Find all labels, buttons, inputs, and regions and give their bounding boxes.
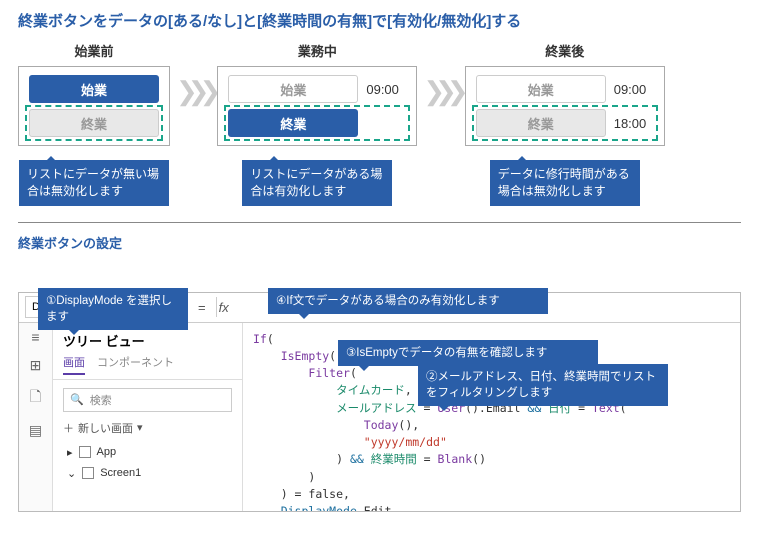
tree-item-label: Screen1 [100,467,141,479]
state-during-label: 業務中 [298,41,337,60]
end-time: 18:00 [614,116,654,131]
tab-screens[interactable]: 画面 [63,354,85,375]
new-screen-label: 新しい画面 [78,420,133,436]
state-before-label: 始業前 [74,41,113,60]
search-icon: 🔍 [70,393,84,406]
end-button-enabled[interactable]: 終業 [228,109,358,137]
callout-during: リストにデータがある場合は有効化します [242,160,392,206]
start-time: 09:00 [366,82,406,97]
new-screen-button[interactable]: ＋ 新しい画面 ▾ [53,420,242,442]
media-icon[interactable]: ▤ [29,422,42,439]
subtitle: 終業ボタンの設定 [18,233,741,252]
state-before: 始業前 始業 終業 リストにデータが無い場合は無効化します [18,41,170,206]
state-before-card: 始業 終業 [18,66,170,146]
chevron-right-icon: ❯❯❯ [176,41,211,141]
state-after-label: 終業後 [545,41,584,60]
screen-icon [82,467,94,479]
chevron-right-icon: ❯❯❯ [423,41,458,141]
expand-icon: ⌄ [67,467,76,480]
state-after: 終業後 始業 09:00 終業 18:00 データに修行時間がある場合は無効化し… [465,41,665,206]
callout-before: リストにデータが無い場合は無効化します [19,160,169,206]
data-icon[interactable]: 🗋 [30,386,41,410]
tree-view-icon[interactable]: ≡ [31,329,39,345]
tree-item-label: App [97,446,117,458]
state-during-card: 始業 09:00 終業 [217,66,417,146]
tree-item-screen1[interactable]: ⌄ Screen1 [53,463,242,484]
state-after-card: 始業 09:00 終業 18:00 [465,66,665,146]
app-icon [79,446,91,458]
editor-area: ①DisplayMode を選択します ④If文でデータがある場合のみ有効化しま… [18,292,741,512]
equals-label: = [190,300,214,315]
annotation-2: ②メールアドレス、日付、終業時間でリストをフィルタリングします [418,364,668,406]
tree-tabs: 画面 コンポーネント [53,354,242,380]
divider [216,297,217,317]
tree-item-app[interactable]: ▸ App [53,442,242,463]
tree-view-panel: ツリー ビュー 画面 コンポーネント 🔍 検索 ＋ 新しい画面 ▾ [53,323,243,511]
chevron-down-icon: ▾ [137,421,143,434]
left-rail: ≡ ⊞ 🗋 ▤ [19,323,53,511]
annotation-3: ③IsEmptyでデータの有無を確認します [338,340,598,366]
start-time: 09:00 [614,82,654,97]
search-input[interactable]: 🔍 検索 [63,388,232,412]
annotation-1: ①DisplayMode を選択します [38,288,188,330]
insert-icon[interactable]: ⊞ [30,357,42,374]
tab-components[interactable]: コンポーネント [97,354,174,375]
plus-icon: ＋ [63,420,74,436]
end-button-disabled: 終業 [476,109,606,137]
annotation-4: ④If文でデータがある場合のみ有効化します [268,288,548,314]
end-button-disabled: 終業 [29,109,159,137]
expand-icon: ▸ [67,446,73,459]
search-placeholder: 検索 [90,392,112,408]
page-title: 終業ボタンをデータの[ある/なし]と[終業時間の有無]で[有効化/無効化]する [18,10,741,31]
start-button-inactive: 始業 [228,75,358,103]
fx-label: fx [219,300,237,315]
callout-after: データに修行時間がある場合は無効化します [490,160,640,206]
start-button-inactive: 始業 [476,75,606,103]
start-button[interactable]: 始業 [29,75,159,103]
state-during: 業務中 始業 09:00 終業 リストにデータがある場合は有効化します [217,41,417,206]
states-row: 始業前 始業 終業 リストにデータが無い場合は無効化します ❯❯❯ 業務中 始業… [18,41,741,206]
separator [18,222,741,223]
